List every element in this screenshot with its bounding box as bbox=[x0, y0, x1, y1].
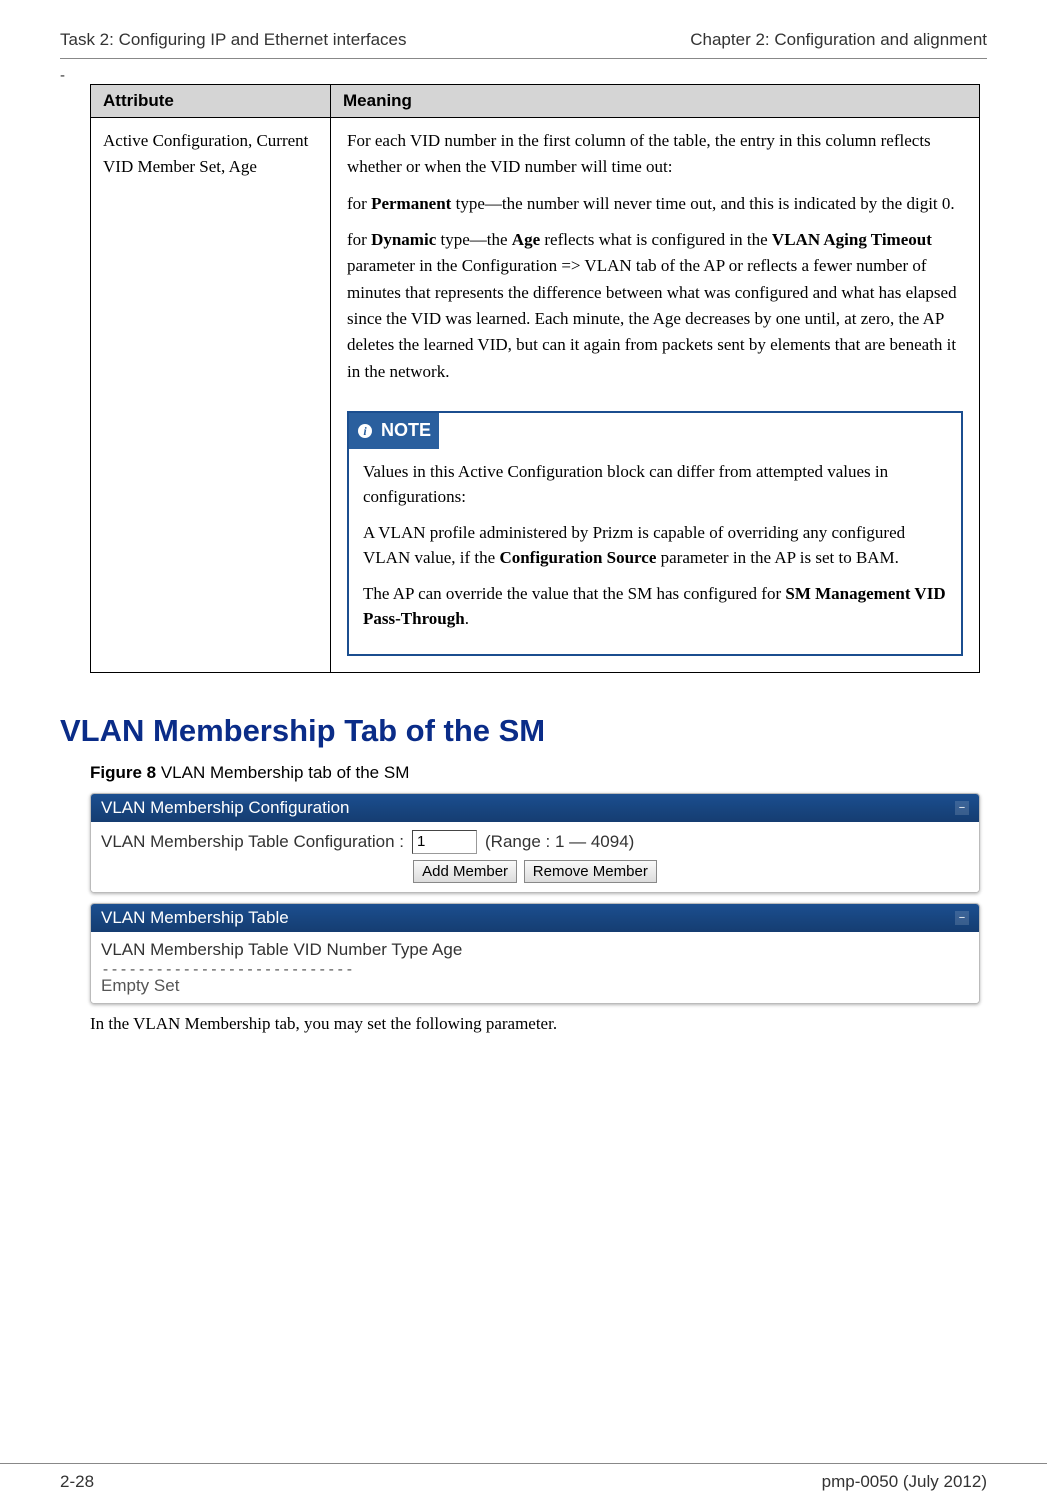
note-p3: The AP can override the value that the S… bbox=[363, 581, 947, 632]
config-row: VLAN Membership Table Configuration : (R… bbox=[101, 827, 969, 857]
note-p2: A VLAN profile administered by Prizm is … bbox=[363, 520, 947, 571]
page-footer: 2-28 pmp-0050 (July 2012) bbox=[0, 1463, 1047, 1492]
figure-label: Figure 8 VLAN Membership tab of the SM bbox=[90, 763, 987, 783]
meaning-cell: For each VID number in the first column … bbox=[331, 118, 980, 673]
panel1-title: VLAN Membership Configuration bbox=[101, 798, 350, 818]
col-meaning: Meaning bbox=[331, 85, 980, 118]
config-label: VLAN Membership Table Configuration : bbox=[101, 832, 404, 852]
after-figure-text: In the VLAN Membership tab, you may set … bbox=[90, 1014, 987, 1034]
collapse-icon[interactable]: − bbox=[955, 801, 969, 815]
remove-member-button[interactable]: Remove Member bbox=[524, 860, 657, 883]
header-dash: - bbox=[60, 67, 987, 84]
vlan-number-input[interactable] bbox=[412, 830, 477, 854]
meaning-p3: for Dynamic type—the Age reflects what i… bbox=[347, 227, 963, 385]
meaning-p1: For each VID number in the first column … bbox=[347, 128, 963, 181]
footer-right: pmp-0050 (July 2012) bbox=[822, 1472, 987, 1492]
attr-cell: Active Configuration, Current VID Member… bbox=[91, 118, 331, 673]
header-right: Chapter 2: Configuration and alignment bbox=[690, 30, 987, 50]
panel2-header[interactable]: VLAN Membership Table − bbox=[91, 904, 979, 932]
empty-set-text: Empty Set bbox=[101, 976, 969, 998]
note-box: i NOTE Values in this Active Configurati… bbox=[347, 411, 963, 656]
note-header: i NOTE bbox=[349, 413, 961, 449]
col-attribute: Attribute bbox=[91, 85, 331, 118]
vlan-membership-table-panel: VLAN Membership Table − VLAN Membership … bbox=[90, 903, 980, 1005]
panel2-title: VLAN Membership Table bbox=[101, 908, 289, 928]
note-p1: Values in this Active Configuration bloc… bbox=[363, 459, 947, 510]
page-header: Task 2: Configuring IP and Ethernet inte… bbox=[60, 30, 987, 59]
meaning-p2: for Permanent type—the number will never… bbox=[347, 191, 963, 217]
vlan-membership-config-panel: VLAN Membership Configuration − VLAN Mem… bbox=[90, 793, 980, 893]
panel1-header[interactable]: VLAN Membership Configuration − bbox=[91, 794, 979, 822]
screenshot-figure: VLAN Membership Configuration − VLAN Mem… bbox=[90, 793, 980, 1005]
range-text: (Range : 1 — 4094) bbox=[485, 832, 634, 852]
info-icon: i bbox=[355, 421, 375, 441]
add-member-button[interactable]: Add Member bbox=[413, 860, 517, 883]
header-left: Task 2: Configuring IP and Ethernet inte… bbox=[60, 30, 407, 50]
table-divider: ---------------------------- bbox=[101, 963, 969, 977]
section-title: VLAN Membership Tab of the SM bbox=[60, 713, 987, 749]
note-label: NOTE bbox=[381, 417, 431, 445]
footer-left: 2-28 bbox=[60, 1472, 94, 1492]
collapse-icon[interactable]: − bbox=[955, 911, 969, 925]
attribute-table: Attribute Meaning Active Configuration, … bbox=[90, 84, 980, 673]
